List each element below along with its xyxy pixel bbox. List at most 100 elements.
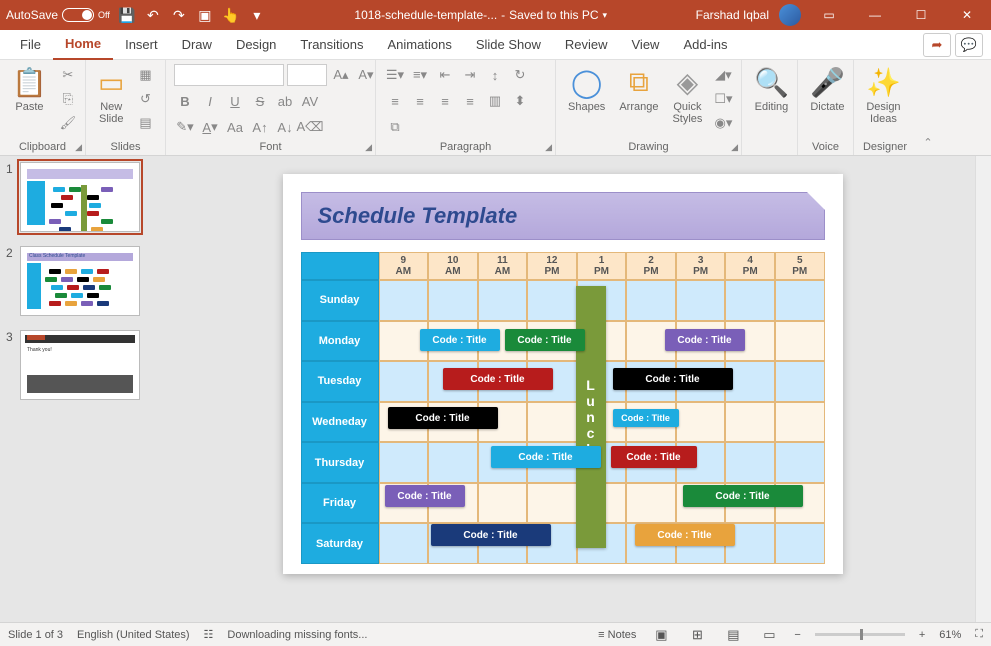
tab-home[interactable]: Home	[53, 30, 113, 60]
accessibility-icon[interactable]: ☷	[204, 628, 214, 641]
line-spacing-icon[interactable]: ↕	[484, 64, 506, 86]
code-pill[interactable]: Code : Title	[613, 368, 733, 390]
zoom-slider[interactable]	[815, 633, 905, 636]
schedule-cell[interactable]	[775, 523, 825, 564]
user-name[interactable]: Farshad Iqbal	[696, 8, 769, 22]
design-ideas-button[interactable]: ✨ Design Ideas	[862, 64, 905, 127]
zoom-in-button[interactable]: +	[919, 629, 925, 641]
quick-styles-button[interactable]: ◈ Quick Styles	[668, 64, 706, 127]
paste-button[interactable]: 📋 Paste	[8, 64, 51, 115]
comments-button[interactable]: 💬	[955, 33, 983, 57]
italic-button[interactable]: I	[199, 90, 221, 112]
align-left-icon[interactable]: ≡	[384, 90, 406, 112]
schedule-cell[interactable]	[725, 280, 775, 321]
tab-animations[interactable]: Animations	[376, 30, 464, 60]
shadow-button[interactable]: ab	[274, 90, 296, 112]
schedule-cell[interactable]	[676, 402, 726, 443]
save-status[interactable]: Saved to this PC	[509, 8, 598, 22]
align-right-icon[interactable]: ≡	[434, 90, 456, 112]
undo-icon[interactable]: ↶	[144, 6, 162, 24]
tab-draw[interactable]: Draw	[170, 30, 224, 60]
schedule-grid[interactable]: 9AM10AM11AM12PM1PM2PM3PM4PM5PMSundayMond…	[301, 252, 825, 564]
shrink-font-icon[interactable]: A↓	[274, 116, 296, 138]
schedule-cell[interactable]	[478, 280, 528, 321]
align-center-icon[interactable]: ≡	[409, 90, 431, 112]
font-launcher-icon[interactable]: ◢	[365, 142, 372, 153]
schedule-cell[interactable]	[775, 442, 825, 483]
maximize-button[interactable]: ☐	[903, 0, 939, 30]
layout-icon[interactable]: ▦	[134, 64, 156, 86]
decrease-font-icon[interactable]: A▾	[355, 64, 377, 86]
indent-inc-icon[interactable]: ⇥	[459, 64, 481, 86]
shape-outline-icon[interactable]: ☐▾	[712, 88, 734, 110]
thumbnail-3[interactable]: 3 Thank you!	[6, 330, 144, 400]
schedule-cell[interactable]	[527, 483, 577, 524]
smartart-icon[interactable]: ⧉	[384, 116, 406, 138]
schedule-cell[interactable]	[428, 280, 478, 321]
editing-button[interactable]: 🔍 Editing	[750, 64, 793, 115]
schedule-cell[interactable]	[379, 361, 429, 402]
text-direction-icon[interactable]: ↻	[509, 64, 531, 86]
code-pill[interactable]: Code : Title	[491, 446, 601, 468]
schedule-cell[interactable]	[478, 483, 528, 524]
char-spacing-icon[interactable]: AV	[299, 90, 321, 112]
code-pill[interactable]: Code : Title	[665, 329, 745, 351]
save-icon[interactable]: 💾	[118, 6, 136, 24]
font-family-input[interactable]	[174, 64, 284, 86]
schedule-cell[interactable]	[725, 442, 775, 483]
shape-fill-icon[interactable]: ◢▾	[712, 64, 734, 86]
schedule-cell[interactable]	[379, 280, 429, 321]
thumbnail-panel[interactable]: 1	[0, 156, 150, 622]
indent-dec-icon[interactable]: ⇤	[434, 64, 456, 86]
user-avatar[interactable]	[779, 4, 801, 26]
tab-view[interactable]: View	[620, 30, 672, 60]
tab-file[interactable]: File	[8, 30, 53, 60]
section-icon[interactable]: ▤	[134, 112, 156, 134]
normal-view-icon[interactable]: ▣	[650, 626, 672, 644]
shape-effects-icon[interactable]: ◉▾	[712, 112, 734, 134]
code-pill[interactable]: Code : Title	[420, 329, 500, 351]
numbering-icon[interactable]: ≡▾	[409, 64, 431, 86]
tab-slideshow[interactable]: Slide Show	[464, 30, 553, 60]
collapse-ribbon-icon[interactable]: ⌃	[923, 136, 932, 149]
share-button[interactable]: ➦	[923, 33, 951, 57]
schedule-cell[interactable]	[527, 280, 577, 321]
code-pill[interactable]: Code : Title	[443, 368, 553, 390]
schedule-cell[interactable]	[775, 402, 825, 443]
clear-format-icon[interactable]: A⌫	[299, 116, 321, 138]
underline-button[interactable]: U	[224, 90, 246, 112]
slideshow-view-icon[interactable]: ▭	[758, 626, 780, 644]
tab-transitions[interactable]: Transitions	[288, 30, 375, 60]
schedule-cell[interactable]	[725, 361, 775, 402]
slide-canvas[interactable]: Schedule Template 9AM10AM11AM12PM1PM2PM3…	[283, 174, 843, 574]
font-color-icon[interactable]: A▾	[199, 116, 221, 138]
columns-icon[interactable]: ▥	[484, 90, 506, 112]
schedule-cell[interactable]	[626, 280, 676, 321]
paragraph-launcher-icon[interactable]: ◢	[545, 142, 552, 153]
increase-font-icon[interactable]: A▴	[330, 64, 352, 86]
lunch-bar[interactable]: Lunch	[576, 286, 606, 548]
redo-icon[interactable]: ↷	[170, 6, 188, 24]
justify-icon[interactable]: ≡	[459, 90, 481, 112]
code-pill[interactable]: Code : Title	[635, 524, 735, 546]
bullets-icon[interactable]: ☰▾	[384, 64, 406, 86]
autosave-toggle[interactable]: AutoSave Off	[6, 8, 110, 22]
slide-title-box[interactable]: Schedule Template	[301, 192, 825, 240]
code-pill[interactable]: Code : Title	[613, 409, 679, 427]
schedule-cell[interactable]	[626, 483, 676, 524]
arrange-button[interactable]: ⧉ Arrange	[615, 64, 662, 115]
code-pill[interactable]: Code : Title	[388, 407, 498, 429]
schedule-cell[interactable]	[379, 442, 429, 483]
thumbnail-1[interactable]: 1	[6, 162, 144, 232]
close-button[interactable]: ✕	[949, 0, 985, 30]
code-pill[interactable]: Code : Title	[385, 485, 465, 507]
tab-review[interactable]: Review	[553, 30, 620, 60]
new-slide-button[interactable]: ▭ New Slide	[94, 64, 128, 127]
ribbon-display-icon[interactable]: ▭	[811, 0, 847, 30]
cut-icon[interactable]: ✂	[57, 64, 79, 86]
schedule-cell[interactable]	[428, 442, 478, 483]
qat-more-icon[interactable]: ▾	[248, 6, 266, 24]
schedule-cell[interactable]	[379, 523, 429, 564]
font-size-input[interactable]	[287, 64, 327, 86]
code-pill[interactable]: Code : Title	[683, 485, 803, 507]
